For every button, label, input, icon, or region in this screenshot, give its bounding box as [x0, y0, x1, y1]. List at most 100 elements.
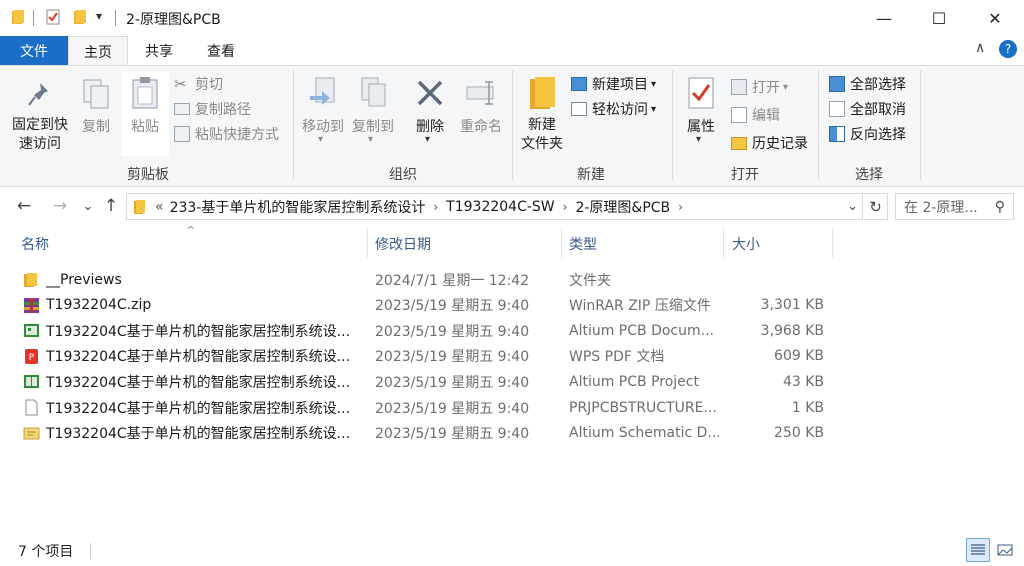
edit-icon [731, 107, 747, 123]
status-item-count: 7 个项目 [18, 544, 74, 560]
open-label: 打开 [752, 80, 780, 96]
close-button[interactable]: ✕ [972, 0, 1018, 36]
file-date: 2023/5/19 星期五 9:40 [375, 298, 530, 315]
group-divider [293, 70, 294, 180]
history-button[interactable]: 历史记录 [731, 132, 808, 154]
copy-label: 复制 [82, 119, 110, 135]
refresh-button[interactable]: ↻ [864, 193, 888, 220]
file-date: 2023/5/19 星期五 9:40 [375, 426, 530, 443]
select-none-button[interactable]: 全部取消 [829, 98, 906, 120]
chevron-right-icon[interactable]: › [433, 200, 438, 214]
select-group-label: 选择 [855, 167, 883, 183]
easy-access-button[interactable]: 轻松访问 ▾ [571, 98, 656, 120]
forward-button[interactable]: → [50, 196, 70, 216]
rename-icon [466, 81, 494, 105]
divider [90, 543, 91, 559]
properties-button[interactable]: 属性 ▾ [678, 72, 724, 156]
file-name: T1932204C.zip [46, 297, 152, 314]
clipboard-group-label: 剪贴板 [127, 167, 169, 183]
edit-button[interactable]: 编辑 [731, 104, 808, 126]
rename-label: 重命名 [460, 119, 502, 135]
new-folder-icon[interactable] [73, 9, 87, 25]
file-row[interactable]: T1932204C基于单片机的智能家居控制系统设... 2023/5/19 星期五… [0, 421, 1024, 446]
column-divider[interactable] [832, 228, 833, 258]
file-row[interactable]: T1932204C基于单片机的智能家居控制系统设... 2023/5/19 星期五… [0, 318, 1024, 343]
file-date: 2024/7/1 星期一 12:42 [375, 272, 530, 289]
paste-icon [132, 77, 158, 109]
breadcrumb-item[interactable]: T1932204C-SW [446, 199, 554, 215]
chevron-down-icon: ▾ [368, 134, 374, 145]
column-header-date[interactable]: 修改日期 [375, 231, 555, 257]
open-button[interactable]: 打开 ▾ [731, 76, 808, 98]
new-folder-button[interactable]: 新建 文件夹 [516, 72, 568, 156]
column-divider[interactable] [723, 228, 724, 258]
copy-to-icon [361, 77, 386, 107]
paste-shortcut-button[interactable]: 粘贴快捷方式 [174, 123, 279, 145]
properties-icon[interactable] [46, 9, 60, 25]
chevron-down-icon[interactable]: ⌄ [847, 199, 858, 214]
select-all-button[interactable]: 全部选择 [829, 73, 906, 95]
chevron-down-icon: ▾ [651, 78, 657, 90]
file-size: 1 KB [791, 399, 824, 416]
svg-text:P: P [29, 353, 35, 363]
tab-home[interactable]: 主页 [68, 36, 128, 66]
column-header-name[interactable]: 名称 [21, 231, 361, 257]
new-small-buttons: 新建项目 ▾ 轻松访问 ▾ [571, 73, 656, 120]
file-size: 250 KB [774, 425, 824, 442]
file-name: T1932204C基于单片机的智能家居控制系统设... [46, 349, 351, 366]
tab-file[interactable]: 文件 [0, 36, 68, 65]
tab-share[interactable]: 共享 [130, 36, 188, 65]
maximize-button[interactable]: ☐ [916, 0, 962, 36]
rename-button[interactable]: 重命名 [456, 72, 506, 156]
invert-selection-icon [829, 126, 845, 142]
properties-icon [688, 77, 714, 109]
file-row[interactable]: __Previews 2024/7/1 星期一 12:42 文件夹 [0, 267, 1024, 292]
address-bar[interactable]: « 233-基于单片机的智能家居控制系统设计 › T1932204C-SW › … [126, 193, 863, 220]
chevron-down-icon: ▾ [696, 134, 702, 145]
file-row[interactable]: T1932204C基于单片机的智能家居控制系统设... 2023/5/19 星期五… [0, 395, 1024, 420]
invert-selection-button[interactable]: 反向选择 [829, 123, 906, 145]
divider [33, 10, 34, 26]
copy-button[interactable]: 复制 [76, 72, 116, 156]
new-item-button[interactable]: 新建项目 ▾ [571, 73, 656, 95]
breadcrumb-item[interactable]: 233-基于单片机的智能家居控制系统设计 [170, 197, 426, 217]
paste-button[interactable]: 粘贴 [121, 72, 169, 156]
file-row[interactable]: P T1932204C基于单片机的智能家居控制系统设... 2023/5/19 星期… [0, 344, 1024, 369]
copy-path-icon [174, 103, 190, 115]
chevron-down-icon: ▾ [318, 134, 324, 145]
easy-access-icon [571, 102, 587, 116]
delete-button[interactable]: 删除 ▾ [405, 72, 455, 156]
file-row[interactable]: T1932204C.zip 2023/5/19 星期五 9:40 WinRAR ZI… [0, 293, 1024, 318]
breadcrumb-overflow[interactable]: « [155, 199, 164, 215]
collapse-ribbon-icon[interactable]: ∧ [975, 40, 985, 56]
recent-locations-button[interactable]: ⌄ [78, 196, 98, 216]
details-view-button[interactable] [966, 538, 990, 562]
breadcrumb-item[interactable]: 2-原理图&PCB [575, 197, 670, 217]
help-icon[interactable]: ? [999, 40, 1017, 58]
copy-to-button[interactable]: 复制到 ▾ [348, 72, 398, 156]
back-button[interactable]: ← [14, 196, 34, 216]
customize-toolbar-icon[interactable]: ▾ [96, 9, 102, 23]
move-to-button[interactable]: 移动到 ▾ [298, 72, 348, 156]
file-row[interactable]: T1932204C基于单片机的智能家居控制系统设... 2023/5/19 星期五… [0, 369, 1024, 394]
cut-button[interactable]: ✂ 剪切 [174, 73, 279, 95]
search-input[interactable]: 在 2-原理... ⚲ [895, 193, 1014, 220]
organize-group-label: 组织 [389, 167, 417, 183]
column-divider[interactable] [561, 228, 562, 258]
column-divider[interactable] [367, 228, 368, 258]
minimize-button[interactable]: — [861, 0, 907, 36]
file-date: 2023/5/19 星期五 9:40 [375, 400, 530, 417]
group-divider [672, 70, 673, 180]
chevron-right-icon[interactable]: › [678, 200, 683, 214]
new-item-icon [571, 77, 587, 91]
up-button[interactable]: ↑ [101, 196, 121, 216]
large-icons-view-button[interactable] [993, 538, 1017, 562]
copy-path-button[interactable]: 复制路径 [174, 98, 279, 120]
chevron-right-icon[interactable]: › [563, 200, 568, 214]
column-header-size[interactable]: 大小 [732, 231, 822, 257]
pin-quick-access-button[interactable]: 固定到快 速访问 [8, 72, 72, 156]
delete-x-icon [417, 80, 443, 106]
tab-view[interactable]: 查看 [190, 36, 252, 65]
column-header-type[interactable]: 类型 [569, 231, 719, 257]
blank-file-icon [23, 399, 40, 416]
